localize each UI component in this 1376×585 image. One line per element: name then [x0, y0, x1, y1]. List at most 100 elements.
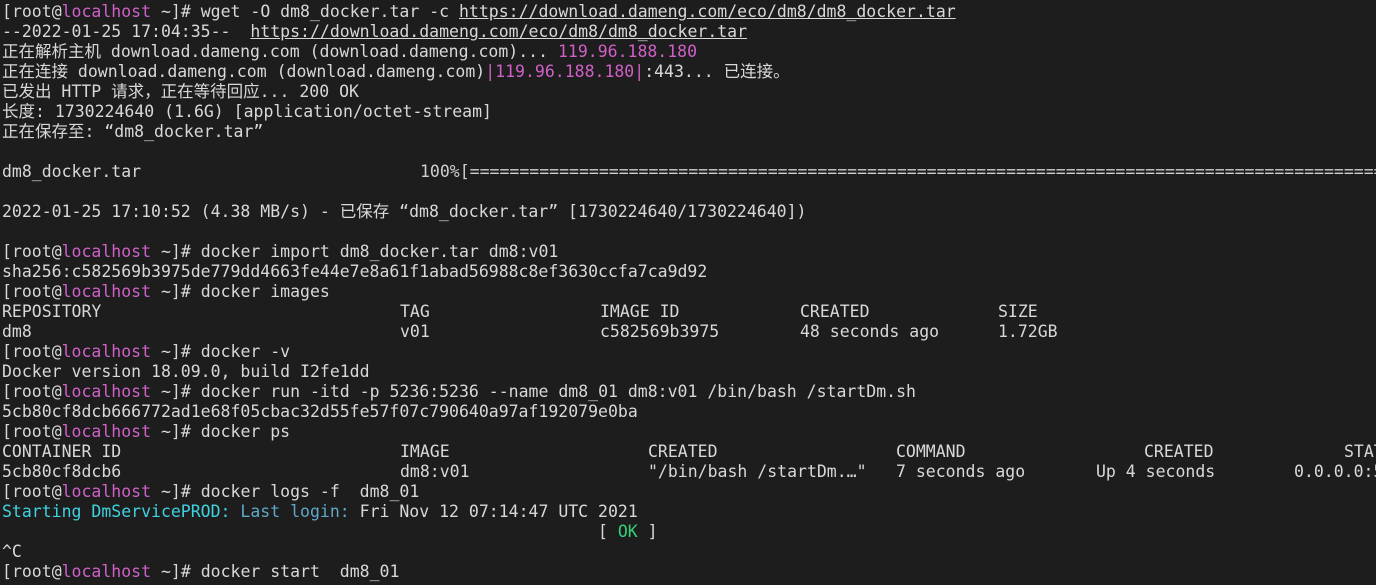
command-text-version: docker -v	[190, 342, 291, 361]
prompt-host: localhost	[61, 422, 152, 441]
prompt-at: @	[51, 2, 62, 21]
prompt-host: localhost	[61, 282, 152, 301]
prompt-user: root	[11, 482, 52, 501]
prompt-user: root	[11, 382, 52, 401]
connecting-prefix: 正在连接 download.dameng.com (download.damen…	[2, 62, 486, 81]
ps-cell-container-id: 5cb80cf8dcb6	[2, 462, 122, 481]
prompt-bracket-open: [	[2, 382, 12, 401]
progress-filename: dm8_docker.tar	[2, 162, 142, 181]
command-text-logs: docker logs -f dm8_01	[190, 482, 420, 501]
log-last-login-label: Last login:	[230, 502, 350, 521]
prompt-at: @	[51, 242, 62, 261]
terminal-line-saving-to: 正在保存至: “dm8_docker.tar”	[2, 122, 264, 141]
terminal-line-images-command: [root@localhost ~]# docker images	[0, 282, 1376, 302]
prompt-host: localhost	[61, 562, 152, 581]
terminal-line-run-command: [root@localhost ~]# docker run -itd -p 5…	[0, 382, 1376, 402]
terminal-window[interactable]: [root@localhost ~]# wget -O dm8_docker.t…	[0, 0, 1376, 585]
terminal-line-blank-3	[0, 222, 1376, 242]
prompt-host: localhost	[61, 342, 152, 361]
prompt-path: ~	[151, 562, 171, 581]
command-text-wget: wget -O dm8_docker.tar -c	[190, 2, 459, 21]
prompt-path: ~	[151, 382, 171, 401]
prompt-path: ~	[151, 282, 171, 301]
images-cell-image-id: c582569b3975	[600, 322, 720, 341]
prompt-bracket-close: ]#	[170, 2, 191, 21]
wget-url[interactable]: https://download.dameng.com/eco/dm8/dm8_…	[459, 2, 956, 21]
prompt-bracket-open: [	[2, 562, 12, 581]
wget-timestamp: --2022-01-25 17:04:35--	[2, 22, 251, 41]
ps-header-status: STATUS	[1344, 442, 1376, 461]
terminal-line-start-command: [root@localhost ~]# docker start dm8_01	[0, 562, 1376, 582]
resolving-prefix: 正在解析主机 download.dameng.com (download.dam…	[2, 42, 558, 61]
images-header-repository: REPOSITORY	[2, 302, 102, 321]
terminal-line-import-command: [root@localhost ~]# docker import dm8_do…	[0, 242, 1376, 262]
terminal-line-connecting: 正在连接 download.dameng.com (download.damen…	[0, 62, 1376, 82]
ps-cell-status: Up 4 seconds	[1096, 462, 1216, 481]
terminal-line-interrupt: ^C	[2, 542, 22, 561]
prompt-at: @	[51, 342, 62, 361]
ps-header-command: CREATED	[648, 442, 718, 461]
terminal-line-logs-command: [root@localhost ~]# docker logs -f dm8_0…	[0, 482, 1376, 502]
ps-cell-ports: 0.0.0.0:5236->5236/tcp	[1294, 462, 1376, 481]
terminal-line-docker-version: Docker version 18.09.0, build I2fe1dd	[2, 362, 370, 381]
ok-bracket-open: [	[598, 522, 618, 541]
prompt-bracket-close: ]#	[170, 342, 191, 361]
prompt-bracket-close: ]#	[170, 422, 191, 441]
ps-cell-image: dm8:v01	[400, 462, 470, 481]
terminal-line-length: 长度: 1730224640 (1.6G) [application/octet…	[2, 102, 492, 121]
terminal-line-saved-summary: 2022-01-25 17:10:52 (4.38 MB/s) - 已保存 “d…	[2, 202, 807, 221]
terminal-line-version-command: [root@localhost ~]# docker -v	[0, 342, 1376, 362]
progress-bar: [=======================================…	[459, 162, 1376, 181]
images-cell-size: 1.72GB	[998, 322, 1058, 341]
ps-cell-created: 7 seconds ago	[896, 462, 1026, 481]
prompt-user: root	[11, 242, 52, 261]
prompt-bracket-close: ]#	[170, 382, 191, 401]
ps-table-header: CONTAINER ID IMAGE CREATED COMMAND CREATED ST…	[0, 442, 1376, 462]
log-last-login-value: Fri Nov 12 07:14:47 UTC 2021	[349, 502, 638, 521]
prompt-bracket-close: ]#	[170, 242, 191, 261]
ok-bracket-close: ]	[637, 522, 658, 541]
prompt-path: ~	[151, 342, 171, 361]
ps-header-image: IMAGE	[400, 442, 450, 461]
terminal-line-import-sha: sha256:c582569b3975de779dd4663fe44e7e8a6…	[2, 262, 708, 281]
prompt-path: ~	[151, 2, 171, 21]
prompt-path: ~	[151, 422, 171, 441]
terminal-line-blank-2	[0, 182, 1376, 202]
connecting-pipe-right: |	[634, 62, 645, 81]
prompt-bracket-open: [	[2, 282, 12, 301]
log-starting-service: Starting DmServicePROD:	[2, 502, 231, 521]
connecting-ip: 119.96.188.180	[495, 62, 635, 81]
prompt-user: root	[11, 2, 52, 21]
prompt-bracket-open: [	[2, 242, 12, 261]
images-table-header: REPOSITORY TAG IMAGE ID CREATED SIZE	[0, 302, 1376, 322]
terminal-line-ps-command: [root@localhost ~]# docker ps	[0, 422, 1376, 442]
prompt-host: localhost	[61, 2, 152, 21]
prompt-bracket-close: ]#	[170, 562, 191, 581]
resolved-ip: 119.96.188.180	[557, 42, 698, 61]
wget-timestamp-url[interactable]: https://download.dameng.com/eco/dm8/dm8_…	[250, 22, 747, 41]
prompt-user: root	[11, 422, 52, 441]
ps-header-container-id: CONTAINER ID	[2, 442, 122, 461]
prompt-host: localhost	[61, 482, 152, 501]
terminal-line-resolving-host: 正在解析主机 download.dameng.com (download.dam…	[0, 42, 1376, 62]
prompt-bracket-open: [	[2, 2, 12, 21]
images-table-row: dm8 v01 c582569b3975 48 seconds ago 1.72GB	[0, 322, 1376, 342]
images-header-image-id: IMAGE ID	[600, 302, 680, 321]
ps-header-command-label: COMMAND	[896, 442, 966, 461]
images-header-tag: TAG	[400, 302, 430, 321]
command-text-start: docker start dm8_01	[190, 562, 400, 581]
terminal-line-run-container-id: 5cb80cf8dcb666772ad1e68f05cbac32d55fe57f…	[2, 402, 638, 421]
terminal-line-ok-status: [ OK ]	[0, 522, 1376, 542]
prompt-at: @	[51, 422, 62, 441]
images-cell-created: 48 seconds ago	[800, 322, 940, 341]
images-header-created: CREATED	[800, 302, 870, 321]
connecting-pipe-left: |	[485, 62, 496, 81]
images-cell-tag: v01	[400, 322, 430, 341]
terminal-line-blank-1	[0, 142, 1376, 162]
progress-percent: 100%	[420, 162, 460, 181]
command-text-import: docker import dm8_docker.tar dm8:v01	[190, 242, 559, 261]
images-cell-repository: dm8	[2, 322, 32, 341]
prompt-user: root	[11, 342, 52, 361]
prompt-host: localhost	[61, 382, 152, 401]
ps-table-row: 5cb80cf8dcb6 dm8:v01 "/bin/bash /startDm.……	[0, 462, 1376, 482]
